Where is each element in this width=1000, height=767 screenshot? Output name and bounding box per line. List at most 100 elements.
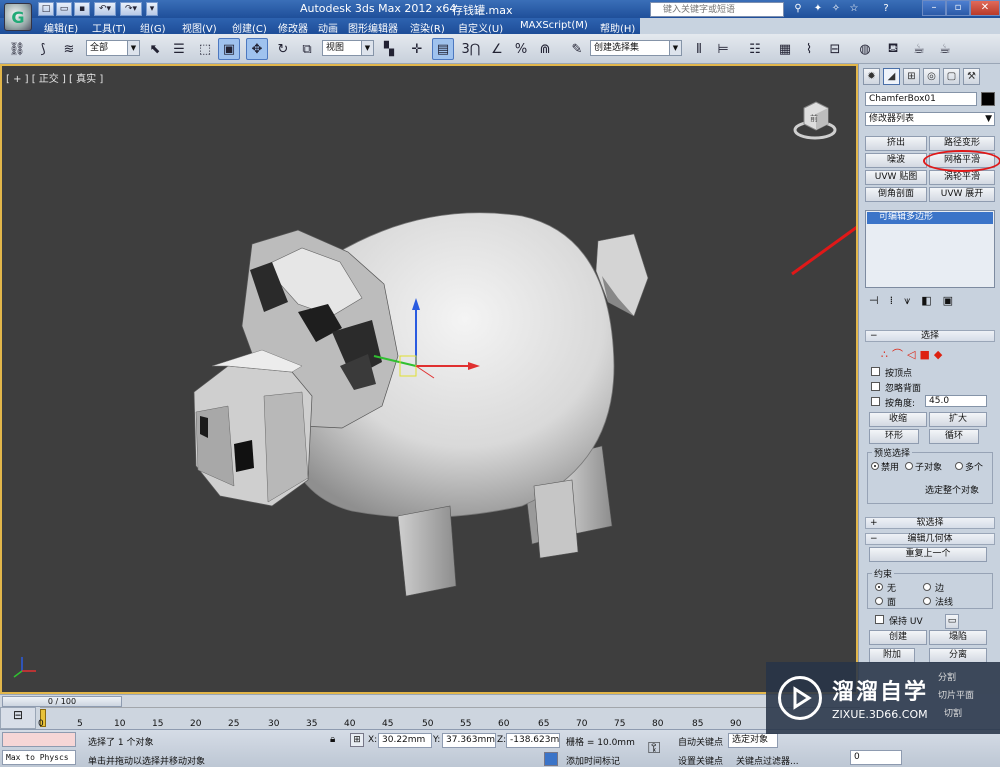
save-file-icon[interactable]: ▪ [74,2,90,16]
rendered-frame-icon[interactable]: ☕ [908,38,930,60]
search-input[interactable] [651,3,783,16]
unwrap-uvw-button[interactable]: UVW 展开 [929,187,995,202]
utilities-tab-icon[interactable]: ⚒ [963,68,980,85]
favorites-icon[interactable]: ☆ [846,2,862,16]
by-angle-checkbox[interactable] [871,397,880,406]
menu-views[interactable]: 视图(V) [182,20,217,35]
rect-selection-icon[interactable]: ⬚ [194,38,216,60]
schematic-view-icon[interactable]: ⊟ [824,38,846,60]
menu-group[interactable]: 组(G) [140,20,166,35]
menu-animation[interactable]: 动画 [318,20,338,35]
noise-button[interactable]: 噪波 [865,153,927,168]
graphite-tools-icon[interactable]: ▦ [774,38,796,60]
edit-geometry-rollout-header[interactable]: − 编辑几何体 [865,533,995,545]
material-editor-icon[interactable]: ◍ [854,38,876,60]
collapse-button[interactable]: 塌陷 [929,630,987,645]
modifier-list-dropdown[interactable]: 修改器列表 ▼ [865,112,995,126]
menu-help[interactable]: 帮助(H) [600,20,635,35]
search-box[interactable] [650,2,784,17]
maxscript-listener-box[interactable] [2,732,76,747]
percent-snap-icon[interactable]: % [510,38,532,60]
select-manipulate-icon[interactable]: ✛ [406,38,428,60]
angle-snap-icon[interactable]: ∠ [486,38,508,60]
modifier-stack[interactable]: 可编辑多边形 [865,210,995,288]
render-setup-icon[interactable]: ⛾ [882,38,904,60]
layer-manager-icon[interactable]: ☷ [744,38,766,60]
key-filters-button[interactable]: 关键点过滤器... [736,754,799,767]
menu-rendering[interactable]: 渲染(R) [410,20,445,35]
constraint-face-radio[interactable] [875,597,883,605]
mini-curve-editor-icon[interactable]: ⊟ [0,707,36,729]
constraint-normal-radio[interactable] [923,597,931,605]
select-scale-icon[interactable]: ⧉ [296,38,318,60]
viewcube-icon[interactable]: 前 [792,94,838,140]
attach-button[interactable]: 附加 [869,648,915,663]
select-by-name-icon[interactable]: ☰ [168,38,190,60]
constraint-none-radio[interactable] [875,583,883,591]
menu-customize[interactable]: 自定义(U) [458,20,503,35]
ring-button[interactable]: 环形 [869,429,919,444]
menu-modifiers[interactable]: 修改器 [278,20,308,35]
menu-graph-editors[interactable]: 图形编辑器 [348,20,398,35]
new-file-icon[interactable]: □ [38,2,54,16]
communication-icon[interactable]: ✧ [828,2,844,16]
by-vertex-checkbox[interactable] [871,367,880,376]
create-button[interactable]: 创建 [869,630,927,645]
select-rotate-icon[interactable]: ↻ [272,38,294,60]
snap-toggle-icon[interactable]: 3 ⋂ [460,38,482,60]
turbosmooth-button[interactable]: 涡轮平滑 [929,170,995,185]
loop-button[interactable]: 循环 [929,429,979,444]
bind-spacewarp-icon[interactable]: ≋ [58,38,80,60]
binoculars-icon[interactable]: ⚲ [790,2,806,16]
redo-icon[interactable]: ↷▾ [120,2,142,16]
align-icon[interactable]: ⊨ [712,38,734,60]
keyboard-shortcut-icon[interactable]: ▤ [432,38,454,60]
path-deform-button[interactable]: 路径变形 [929,136,995,151]
absolute-mode-icon[interactable]: ⊞ [350,733,364,747]
menu-edit[interactable]: 编辑(E) [44,20,78,35]
time-tag-icon[interactable] [544,752,558,766]
select-move-icon[interactable]: ✥ [246,38,268,60]
object-name-field[interactable]: ChamferBox01 [865,92,977,106]
ignore-backfacing-checkbox[interactable] [871,382,880,391]
unlink-icon[interactable]: ⟆ [32,38,54,60]
subobject-level-icons[interactable]: ∴⌒◁■◆ [881,346,946,362]
menu-tools[interactable]: 工具(T) [92,20,126,35]
extrude-button[interactable]: 挤出 [865,136,927,151]
preview-multi-radio[interactable] [955,462,963,470]
spinner-snap-icon[interactable]: ⋒ [534,38,556,60]
time-slider[interactable]: 0 / 100 [2,696,122,707]
render-icon[interactable]: ☕ [934,38,956,60]
edit-named-sel-icon[interactable]: ✎ [566,38,588,60]
minimize-button[interactable]: – [922,0,946,16]
preview-subobject-radio[interactable] [905,462,913,470]
create-tab-icon[interactable]: ✹ [863,68,880,85]
display-tab-icon[interactable]: ▢ [943,68,960,85]
repeat-last-button[interactable]: 重复上一个 [869,547,987,562]
named-selection-dropdown[interactable]: 创建选择集 ▼ [590,40,682,56]
set-key-button[interactable]: 设置关键点 [678,754,723,767]
preserve-uv-settings-icon[interactable]: ▭ [945,614,959,629]
z-coordinate-field[interactable]: -138.623m [506,733,560,748]
detach-button[interactable]: 分离 [929,648,987,663]
constraint-edge-radio[interactable] [923,583,931,591]
quick-access-dropdown-icon[interactable]: ▾ [146,2,158,16]
restore-button[interactable]: ▫ [946,0,970,16]
mirror-icon[interactable]: ⫴ [688,38,710,60]
grow-button[interactable]: 扩大 [929,412,987,427]
soft-selection-rollout-header[interactable]: + 软选择 [865,517,995,529]
modify-tab-icon[interactable]: ◢ [883,68,900,85]
preserve-uv-checkbox[interactable] [875,615,884,624]
piggy-bank-model[interactable] [2,66,856,692]
menu-create[interactable]: 创建(C) [232,20,267,35]
angle-spinner[interactable]: 45.0 [925,395,987,407]
select-link-icon[interactable]: ⛓ [6,38,28,60]
preview-disabled-radio[interactable] [871,462,879,470]
menu-maxscript[interactable]: MAXScript(M) [520,20,588,31]
stack-tools-icons[interactable]: ⊣⁞⩛◧▣ [869,294,964,308]
ref-coord-dropdown[interactable]: 视图 ▼ [322,40,374,56]
pivot-center-icon[interactable]: ▚ [378,38,400,60]
key-mode-dropdown[interactable]: 选定对象 [728,733,778,748]
selection-rollout-header[interactable]: − 选择 [865,330,995,342]
set-key-icon[interactable]: ⚿ [648,738,660,758]
